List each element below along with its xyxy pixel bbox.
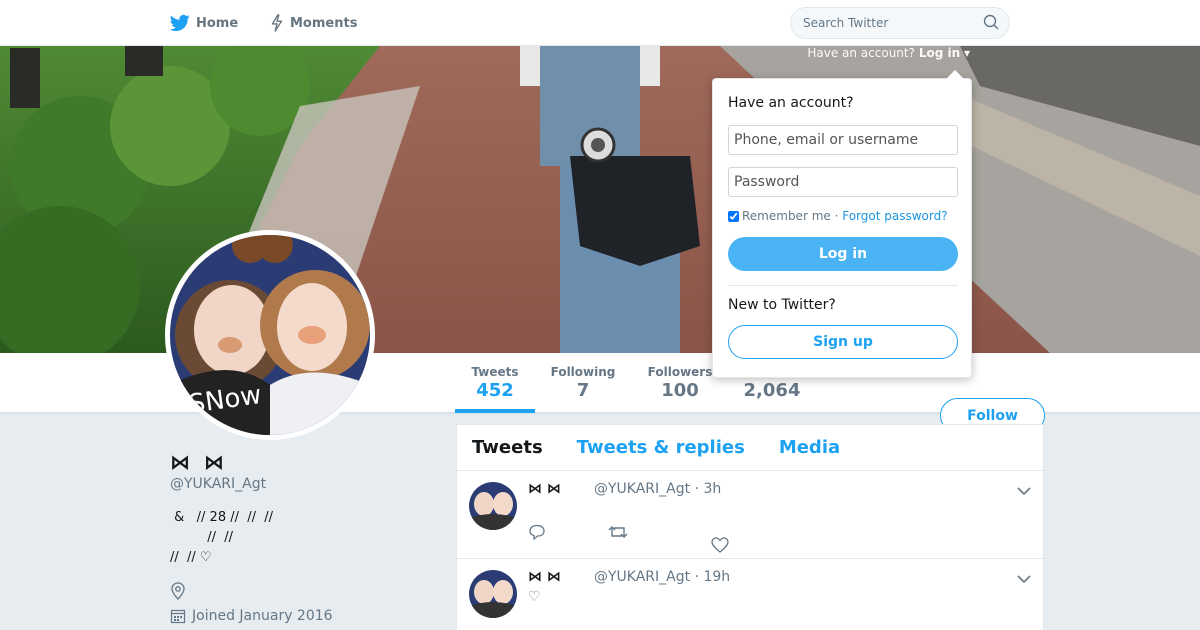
login-button[interactable]: Log in — [728, 237, 958, 271]
nav-home-label: Home — [196, 15, 239, 31]
twitter-bird-icon — [170, 14, 190, 32]
profile-avatar[interactable]: SNow — [165, 230, 375, 440]
stat-tweets[interactable]: Tweets 452 — [455, 365, 535, 401]
reply-icon[interactable] — [528, 523, 546, 545]
signup-button[interactable]: Sign up — [728, 325, 958, 359]
tab-tweets[interactable]: Tweets — [472, 437, 543, 458]
tweet-text: ♡ — [528, 589, 541, 605]
timeline: Tweets Tweets & replies Media ⋈ ⋈ @YUKAR… — [456, 424, 1044, 630]
login-dropdown-title: Have an account? — [728, 95, 854, 111]
joined-text: Joined January 2016 — [192, 608, 333, 624]
retweet-icon[interactable] — [608, 523, 628, 545]
stat-following[interactable]: Following 7 — [543, 365, 623, 401]
search-box[interactable] — [790, 7, 1010, 39]
login-prompt-bar: Have an account? Log in ▾ — [807, 46, 970, 60]
top-navigation-bar: Home Moments — [0, 0, 1200, 46]
dropdown-caret — [946, 70, 964, 79]
login-dropdown-trigger[interactable]: Log in — [919, 46, 960, 60]
tweet-meta[interactable]: @YUKARI_Agt · 19h — [594, 569, 730, 585]
nav-moments[interactable]: Moments — [270, 0, 357, 46]
profile-name[interactable]: ⋈ ︎︎︎︎︎︎ ⋈ — [170, 450, 224, 474]
stat-followers[interactable]: Followers 100 — [640, 365, 720, 401]
stat-tweets-value: 452 — [476, 380, 514, 401]
timeline-tabs: Tweets Tweets & replies Media — [457, 425, 1043, 471]
nav-moments-label: Moments — [290, 15, 358, 31]
chevron-down-icon[interactable] — [1017, 481, 1031, 500]
tweet-item[interactable]: ⋈ ⋈ @YUKARI_Agt · 19h ♡ — [457, 559, 1043, 630]
stat-tweets-label: Tweets — [471, 365, 519, 379]
stat-likes-value: 2,064 — [743, 380, 801, 401]
lightning-icon — [270, 14, 284, 32]
remember-me-checkbox[interactable] — [728, 210, 739, 222]
forgot-password-link[interactable]: Forgot password? — [842, 209, 947, 223]
remember-row: Remember me · Forgot password? — [728, 209, 948, 223]
have-account-text: Have an account? — [807, 46, 915, 60]
tweet-meta[interactable]: @YUKARI_Agt · 3h — [594, 481, 721, 497]
stat-following-label: Following — [550, 365, 616, 379]
password-field[interactable] — [728, 167, 958, 197]
separator-dot: · — [830, 209, 843, 223]
login-dropdown: Have an account? Remember me · Forgot pa… — [712, 70, 972, 378]
chevron-down-icon[interactable] — [1017, 569, 1031, 588]
new-to-twitter-label: New to Twitter? — [728, 297, 836, 313]
profile-handle[interactable]: @YUKARI_Agt — [170, 476, 266, 492]
profile-location — [170, 582, 186, 604]
remember-me-label[interactable]: Remember me — [742, 209, 831, 223]
tweet-avatar[interactable] — [469, 482, 517, 530]
calendar-icon — [170, 608, 186, 624]
tweet-avatar[interactable] — [469, 570, 517, 618]
active-tab-underline — [455, 409, 535, 413]
tweet-item[interactable]: ⋈ ⋈ @YUKARI_Agt · 3h — [457, 471, 1043, 559]
caret-down-icon[interactable]: ▾ — [964, 46, 970, 60]
nav-home[interactable]: Home — [170, 0, 238, 46]
profile-bio: & // 28 // // // // // // // ♡ — [170, 510, 274, 565]
stat-following-value: 7 — [576, 380, 590, 401]
location-pin-icon — [170, 582, 186, 604]
tab-tweets-replies[interactable]: Tweets & replies — [577, 437, 745, 458]
tweet-author-name[interactable]: ⋈ ⋈ — [528, 569, 561, 585]
profile-joined-date: Joined January 2016 — [170, 608, 333, 624]
dropdown-divider — [728, 285, 958, 286]
stat-followers-label: Followers — [647, 365, 713, 379]
tab-media[interactable]: Media — [779, 437, 840, 458]
search-icon[interactable] — [983, 14, 999, 33]
like-icon[interactable] — [711, 537, 729, 557]
stat-followers-value: 100 — [661, 380, 699, 401]
username-field[interactable] — [728, 125, 958, 155]
search-input[interactable] — [803, 16, 983, 30]
tweet-author-name[interactable]: ⋈ ⋈ — [528, 481, 561, 497]
